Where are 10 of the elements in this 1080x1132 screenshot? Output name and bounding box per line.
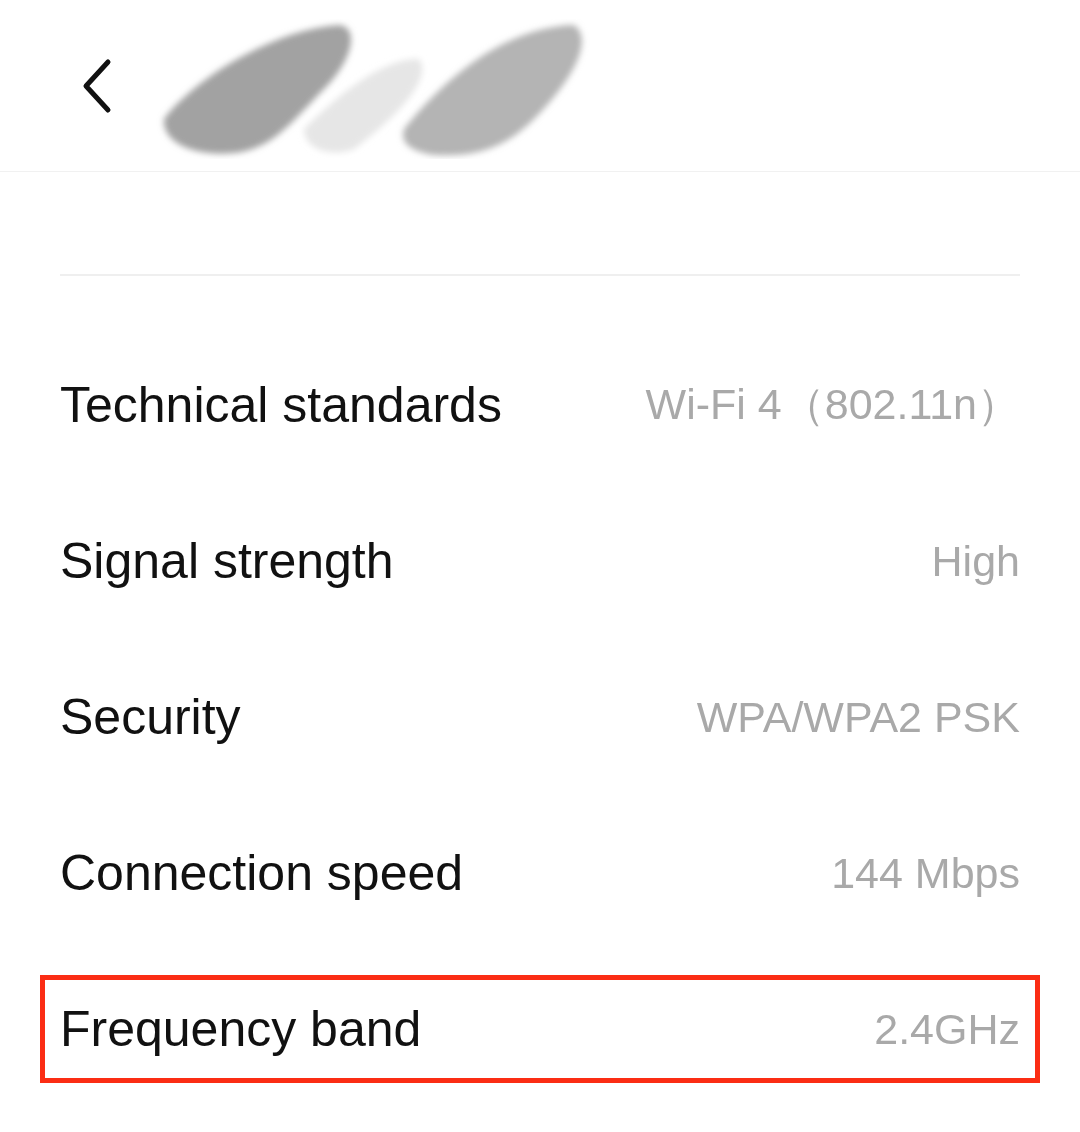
detail-value: 2.4GHz — [874, 1004, 1020, 1054]
detail-value: High — [931, 536, 1020, 586]
detail-label: Frequency band — [60, 1000, 422, 1058]
detail-value: 144 Mbps — [831, 848, 1020, 898]
detail-value: WPA/WPA2 PSK — [696, 692, 1020, 742]
detail-value: Wi-Fi 4（802.11n） — [645, 379, 1020, 430]
detail-label: Security — [60, 688, 241, 746]
detail-label: Signal strength — [60, 532, 394, 590]
detail-label: Technical standards — [60, 376, 502, 434]
detail-label: Connection speed — [60, 844, 464, 902]
